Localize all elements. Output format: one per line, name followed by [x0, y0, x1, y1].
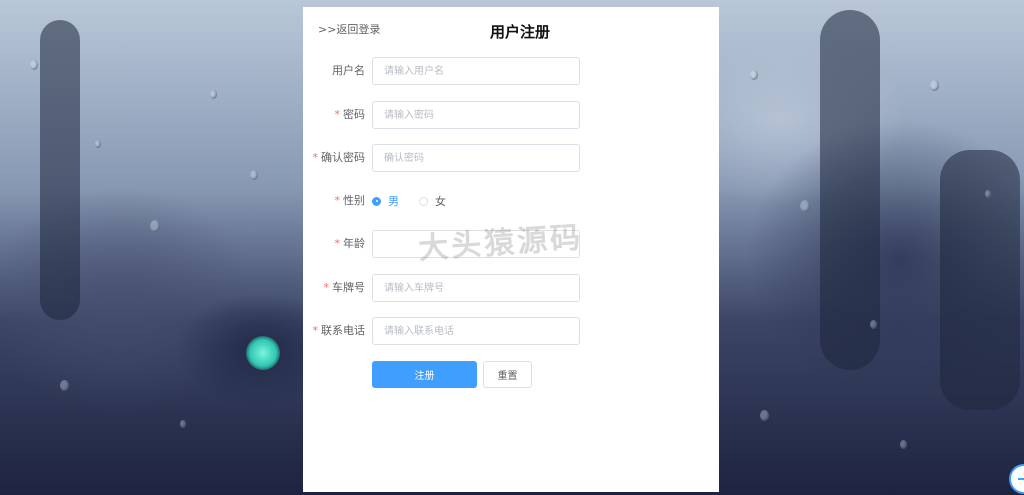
plate-label-text: 车牌号 [332, 281, 365, 294]
register-panel: >>返回登录 用户注册 用户名 *密码 *确认密码 *性别 男 [303, 7, 719, 492]
confirm-password-input[interactable] [372, 144, 580, 172]
gender-row: * 性别 男 女 [303, 187, 719, 215]
raindrop [750, 70, 758, 80]
phone-label-text: 联系电话 [321, 324, 365, 337]
raindrop [60, 380, 69, 391]
raindrop [95, 140, 101, 148]
gender-radio-male[interactable]: 男 [372, 193, 399, 209]
raindrop [30, 60, 38, 70]
raindrop [150, 220, 160, 232]
required-mark: * [334, 237, 341, 250]
radio-dot-icon [372, 196, 381, 206]
minus-icon [1018, 478, 1024, 480]
confirm-password-row: * 确认密码 [303, 144, 719, 172]
plate-input[interactable] [372, 274, 580, 302]
raindrop [985, 190, 991, 198]
background-tree-shape [40, 20, 80, 320]
background-tree-shape [940, 150, 1020, 410]
raindrop [930, 80, 939, 91]
required-mark: * [334, 108, 341, 121]
traffic-light-glow [246, 336, 280, 370]
confirm-password-label-text: 确认密码 [321, 151, 365, 164]
register-button[interactable]: 注册 [372, 361, 477, 388]
age-label-text: 年龄 [343, 237, 365, 250]
gender-label: * 性别 [335, 187, 366, 215]
raindrop [250, 170, 258, 180]
phone-input[interactable] [372, 317, 580, 345]
age-input[interactable] [372, 230, 580, 258]
username-label: 用户名 [332, 57, 365, 85]
radio-dot-icon [419, 196, 428, 206]
phone-row: * 联系电话 [303, 317, 719, 345]
background-tree-shape [820, 10, 880, 370]
required-mark: * [323, 281, 330, 294]
raindrop [180, 420, 186, 428]
confirm-password-label: * 确认密码 [313, 144, 366, 172]
reset-button[interactable]: 重置 [483, 361, 532, 388]
username-label-text: 用户名 [332, 64, 365, 77]
username-row: 用户名 [303, 57, 719, 85]
raindrop [760, 410, 769, 421]
password-label: * 密码 [335, 101, 366, 129]
password-input[interactable] [372, 101, 580, 129]
page-title: 用户注册 [489, 23, 550, 41]
plate-row: * 车牌号 [303, 274, 719, 302]
gender-option-male-label: 男 [388, 195, 399, 208]
plate-label: * 车牌号 [324, 274, 366, 302]
gender-radio-group: 男 女 [372, 187, 466, 215]
username-input[interactable] [372, 57, 580, 85]
password-label-text: 密码 [343, 108, 365, 121]
required-mark: * [312, 324, 319, 337]
raindrop [900, 440, 907, 449]
required-mark: * [334, 194, 341, 207]
raindrop [210, 90, 217, 99]
gender-label-text: 性别 [343, 194, 365, 207]
raindrop [800, 200, 810, 212]
raindrop [870, 320, 877, 329]
phone-label: * 联系电话 [313, 317, 366, 345]
gender-radio-female[interactable]: 女 [419, 193, 446, 209]
password-row: * 密码 [303, 101, 719, 129]
required-mark: * [312, 151, 319, 164]
gender-option-female-label: 女 [435, 195, 446, 208]
age-label: * 年龄 [335, 230, 366, 258]
age-row: * 年龄 [303, 230, 719, 258]
